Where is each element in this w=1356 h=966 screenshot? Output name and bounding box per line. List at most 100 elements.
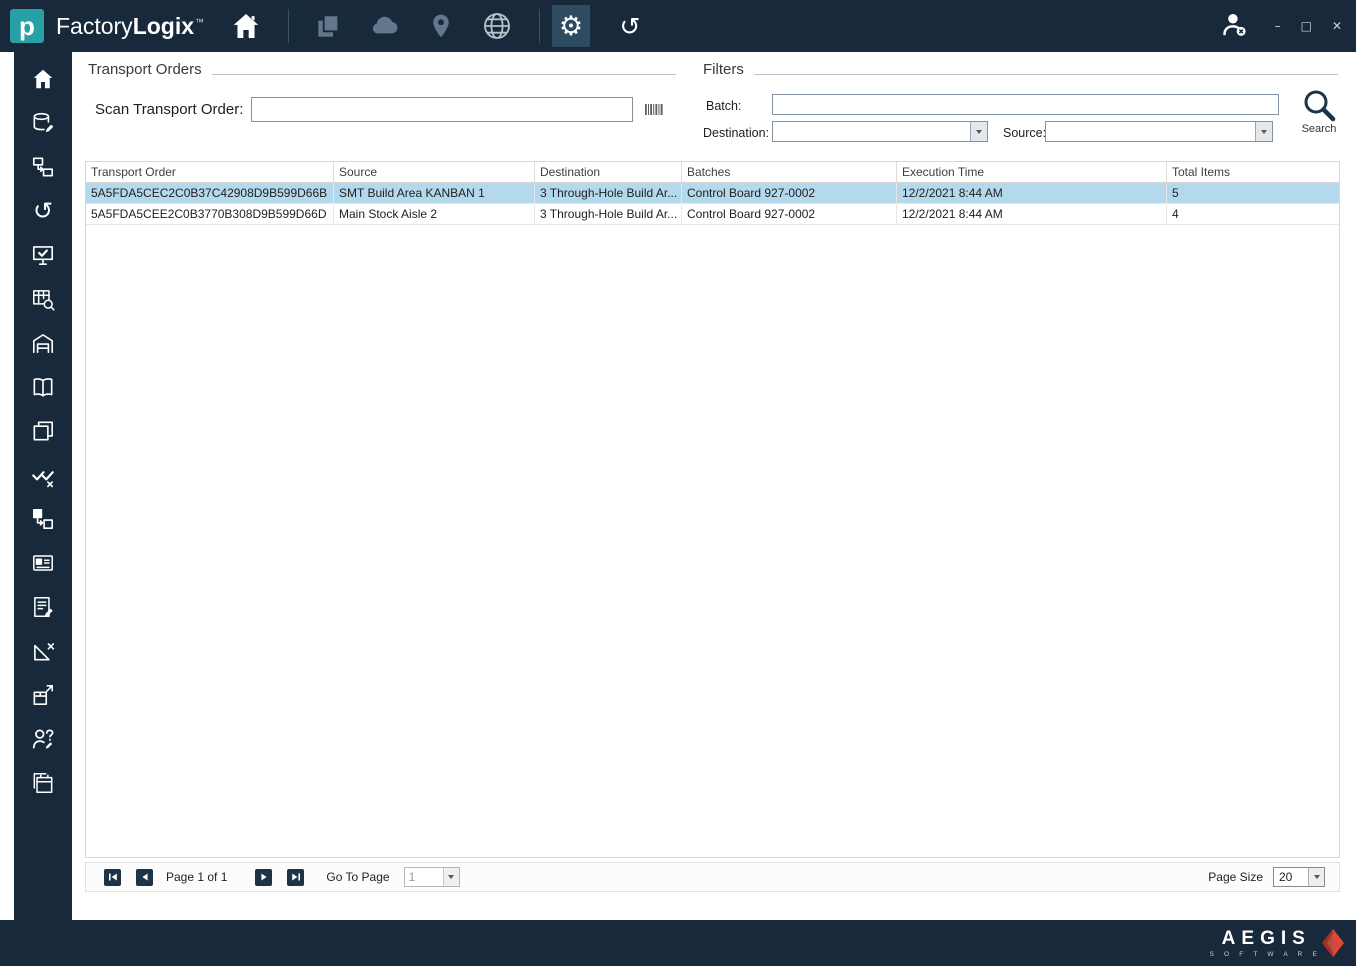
sidebar-item-copy[interactable] [30,418,56,444]
source-value [1046,122,1255,141]
home-icon [33,69,53,89]
cell-transport-order: 5A5FDA5CEE2C0B3770B308D9B599D66D [86,204,334,224]
globe-button[interactable] [481,10,513,42]
table-search-icon [33,290,55,311]
cell-destination: 3 Through-Hole Build Ar... [535,183,682,203]
history-icon: ↺ [32,197,54,225]
documents-button[interactable] [313,10,345,42]
pagination-bar: Page 1 of 1 Go To Page Page Size 20 [85,862,1340,892]
table-row[interactable]: 5A5FDA5CEC2C0B37C42908D9B599D66B SMT Bui… [86,183,1339,204]
destination-select[interactable] [772,121,988,142]
go-to-page-input-wrap [403,867,460,887]
column-header-execution-time[interactable]: Execution Time [897,162,1167,182]
destination-label: Destination: [703,126,770,140]
cell-source: Main Stock Aisle 2 [334,204,535,224]
gear-icon: ⚙ [558,10,584,42]
titlebar: p FactoryLogix™ ⚙ ↺ – □ ✕ [0,0,1356,52]
layers-copy-icon [318,14,340,37]
location-button[interactable] [425,10,457,42]
sidebar-item-warehouse[interactable] [30,330,56,356]
aegis-logo-text: AEGIS S O F T W A R E [1209,929,1317,958]
section-divider [211,74,676,75]
copy-icon [33,421,54,441]
page-size-label: Page Size [1208,870,1263,884]
column-header-total-items[interactable]: Total Items [1167,162,1339,182]
sidebar-item-docs[interactable] [30,374,56,400]
column-header-destination[interactable]: Destination [535,162,682,182]
previous-page-icon [141,873,148,881]
user-account-button[interactable] [1220,10,1247,42]
note-edit-icon [34,597,53,617]
sidebar-item-schedule[interactable] [30,770,56,796]
cell-execution-time: 12/2/2021 8:44 AM [897,183,1167,203]
box-transfer-icon [32,508,54,530]
open-book-icon [33,378,53,397]
search-icon [1304,90,1336,122]
first-page-button[interactable] [104,868,121,886]
batch-label: Batch: [706,99,742,113]
source-label: Source: [1003,126,1047,140]
sidebar-item-design[interactable] [30,638,56,664]
titlebar-right: – □ ✕ [1220,10,1342,42]
last-page-button[interactable] [287,868,305,886]
cloud-button[interactable] [369,10,401,42]
user-question-icon [32,729,54,749]
cell-batches: Control Board 927-0002 [682,183,897,203]
section-divider [753,74,1338,75]
close-button[interactable]: ✕ [1332,19,1342,33]
id-card-icon [33,555,53,571]
sidebar-item-notes[interactable] [30,594,56,620]
aegis-logo: AEGIS S O F T W A R E [1209,928,1344,958]
go-to-page-label: Go To Page [326,870,390,884]
sidebar: ↺ [14,52,72,920]
aegis-diamond-icon [1322,928,1344,958]
first-page-icon [108,873,117,881]
sidebar-item-verify[interactable] [30,462,56,488]
column-header-batches[interactable]: Batches [682,162,897,182]
table-row[interactable]: 5A5FDA5CEE2C0B3770B308D9B599D66D Main St… [86,204,1339,225]
history-icon: ↺ [619,11,641,41]
settings-button[interactable]: ⚙ [552,5,591,47]
transport-orders-table: Transport Order Source Destination Batch… [85,161,1340,858]
page-size-select[interactable]: 20 [1273,867,1325,887]
chevron-down-icon[interactable] [442,868,459,886]
scan-row: Scan Transport Order: [95,96,664,122]
sidebar-item-card[interactable] [30,550,56,576]
scan-transport-order-input[interactable] [251,96,634,122]
home-button[interactable] [230,10,262,42]
sidebar-item-home[interactable] [30,66,56,92]
footer: AEGIS S O F T W A R E [0,920,1356,966]
sidebar-item-station[interactable] [30,242,56,268]
column-header-transport-order[interactable]: Transport Order [86,162,334,182]
sidebar-item-process[interactable] [30,154,56,180]
destination-value [773,122,970,141]
batch-input[interactable] [772,94,1279,115]
history-button[interactable]: ↺ [614,10,646,42]
app-name: FactoryLogix™ [56,12,205,39]
go-to-page-input[interactable] [404,868,443,886]
previous-page-button[interactable] [136,868,153,886]
source-select[interactable] [1045,121,1273,142]
column-header-source[interactable]: Source [334,162,535,182]
database-edit-icon [33,112,54,133]
cell-transport-order: 5A5FDA5CEC2C0B37C42908D9B599D66B [86,183,334,203]
cloud-icon [372,16,398,34]
page-size-value: 20 [1279,870,1293,884]
globe-icon [484,13,510,39]
maximize-button[interactable]: □ [1301,19,1312,33]
sidebar-item-transfer[interactable] [30,506,56,532]
page-indicator: Page 1 of 1 [166,870,228,884]
calendar-copy-icon [33,773,53,793]
sidebar-item-assist[interactable] [30,726,56,752]
barcode-icon [645,103,664,115]
sidebar-item-package[interactable] [30,682,56,708]
next-page-button[interactable] [255,868,273,886]
sidebar-item-history[interactable]: ↺ [30,198,56,224]
location-pin-icon [433,14,449,38]
minimize-button[interactable]: – [1275,19,1281,33]
search-button[interactable]: Search [1295,87,1343,141]
aegis-brand-sub: S O F T W A R E [1209,950,1321,958]
sidebar-item-lookup[interactable] [30,286,56,312]
monitor-check-icon [32,246,54,266]
sidebar-item-data[interactable] [30,110,56,136]
